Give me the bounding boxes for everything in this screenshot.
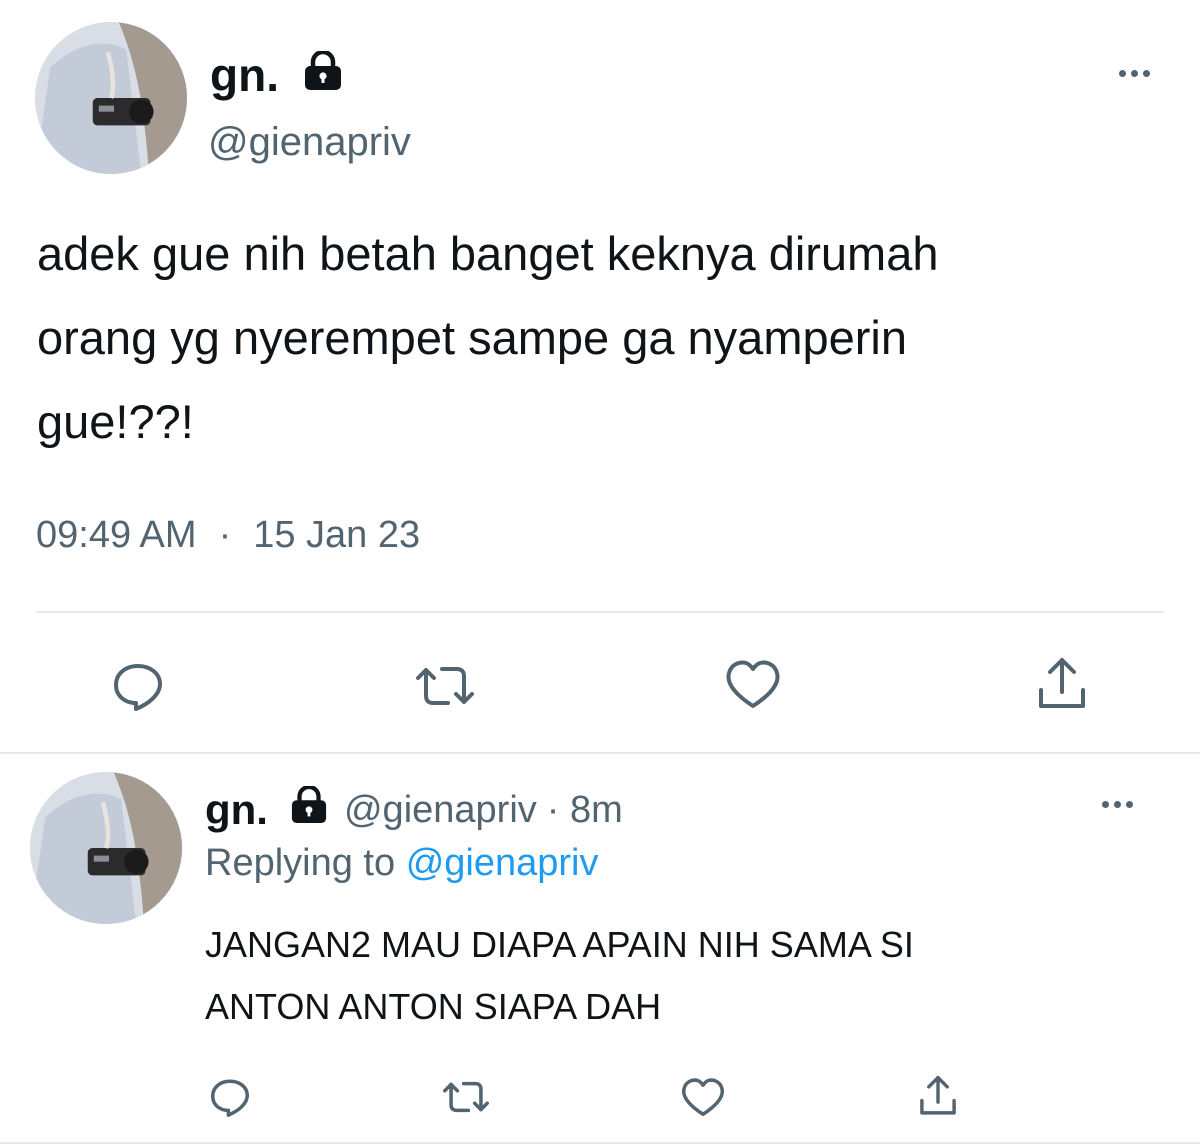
avatar-image xyxy=(30,772,182,924)
like-icon[interactable] xyxy=(724,656,782,712)
share-icon[interactable] xyxy=(916,1073,960,1119)
tweet-timestamp[interactable]: 09:49 AM · 15 Jan 23 xyxy=(36,514,420,557)
lock-icon xyxy=(288,784,330,834)
more-icon[interactable] xyxy=(1102,801,1133,808)
divider xyxy=(36,611,1164,613)
reply-header: gn. @gienapriv · 8m xyxy=(205,784,623,834)
tweet-text-line: gue!??! xyxy=(37,395,194,448)
retweet-icon[interactable] xyxy=(440,1075,492,1119)
handle[interactable]: @gienapriv xyxy=(208,120,411,165)
tweet-text-line: adek gue nih betah banget keknya dirumah xyxy=(37,227,939,280)
separator-dot: · xyxy=(218,514,232,556)
display-name[interactable]: gn. xyxy=(210,48,345,102)
reply-icon[interactable] xyxy=(208,1075,252,1119)
lock-icon xyxy=(301,48,345,102)
avatar[interactable] xyxy=(35,22,187,174)
display-name-text[interactable]: gn. xyxy=(210,48,279,102)
share-icon[interactable] xyxy=(1034,654,1090,714)
reply-text: JANGAN2 MAU DIAPA APAIN NIH SAMA SI ANTO… xyxy=(205,914,1165,1038)
tweet-date[interactable]: 15 Jan 23 xyxy=(253,514,420,556)
avatar-image xyxy=(35,22,187,174)
retweet-icon[interactable] xyxy=(412,658,478,714)
replying-mention[interactable]: @gienapriv xyxy=(406,842,599,884)
reply-text-line: ANTON ANTON SIAPA DAH xyxy=(205,986,662,1027)
replying-to: Replying to @gienapriv xyxy=(205,842,598,885)
reply-text-line: JANGAN2 MAU DIAPA APAIN NIH SAMA SI xyxy=(205,924,914,965)
tweet-time[interactable]: 09:49 AM xyxy=(36,514,197,556)
reply-display-name[interactable]: gn. xyxy=(205,786,268,834)
reply-handle[interactable]: @gienapriv xyxy=(344,789,537,832)
more-icon[interactable] xyxy=(1119,70,1150,77)
bottom-divider xyxy=(0,1142,1200,1144)
reply-icon[interactable] xyxy=(110,658,166,714)
reply-time[interactable]: · 8m xyxy=(547,789,623,832)
tweet-text: adek gue nih betah banget keknya dirumah… xyxy=(37,212,1177,464)
section-divider xyxy=(0,752,1200,754)
reply-avatar[interactable] xyxy=(30,772,182,924)
tweet-text-line: orang yg nyerempet sampe ga nyamperin xyxy=(37,311,907,364)
replying-prefix: Replying to xyxy=(205,842,396,884)
like-icon[interactable] xyxy=(680,1075,726,1119)
